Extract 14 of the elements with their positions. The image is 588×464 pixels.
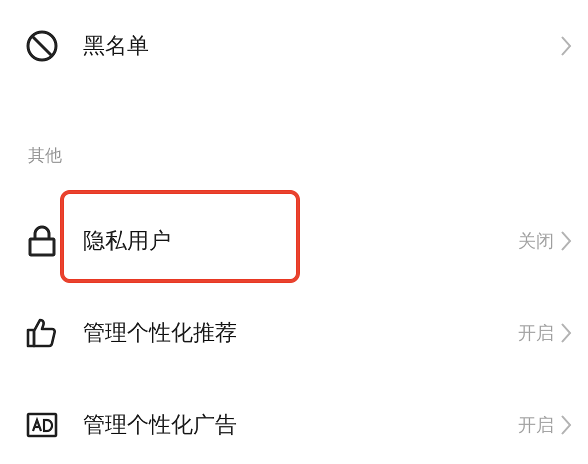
chevron-right-icon [560, 35, 572, 57]
chevron-right-icon [560, 230, 572, 252]
thumbs-up-icon [25, 316, 59, 350]
menu-item-label[interactable]: 隐私用户 [83, 226, 518, 256]
section-header: 其他 [28, 145, 62, 167]
chevron-right-icon [560, 322, 572, 344]
status-value: 开启 [518, 322, 554, 345]
status-value: 开启 [518, 414, 554, 437]
menu-item-label[interactable]: 管理个性化广告 [83, 410, 518, 440]
menu-item-label[interactable]: 管理个性化推荐 [83, 318, 518, 348]
status-value: 关闭 [518, 230, 554, 253]
block-icon [25, 29, 59, 63]
chevron-right-icon [560, 414, 572, 436]
menu-item-label[interactable]: 黑名单 [83, 31, 560, 61]
